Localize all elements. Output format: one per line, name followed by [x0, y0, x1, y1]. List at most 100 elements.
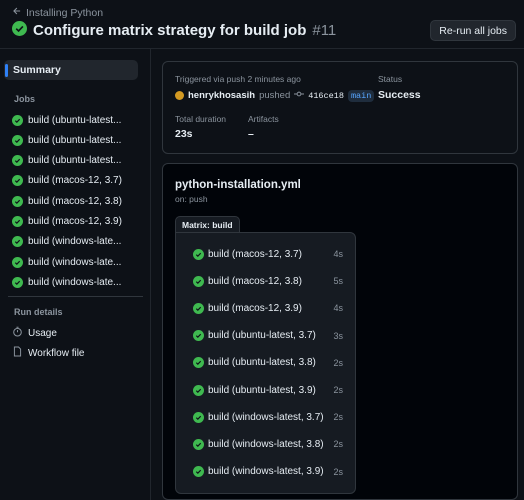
sidebar-item-label: Workflow file	[28, 347, 85, 359]
check-circle-icon	[12, 276, 23, 288]
matrix-job-item[interactable]: build (macos-12, 3.9) 4s	[193, 301, 343, 315]
arrow-left-icon	[12, 6, 22, 19]
matrix-job-item[interactable]: build (ubuntu-latest, 3.8) 2s	[193, 356, 343, 370]
sidebar-divider-vertical	[150, 49, 151, 500]
matrix-job-item[interactable]: build (windows-latest, 3.7) 2s	[193, 410, 343, 424]
matrix-job-item[interactable]: build (macos-12, 3.7) 4s	[193, 247, 343, 261]
check-circle-icon	[193, 302, 204, 314]
job-duration: 2s	[333, 412, 343, 423]
triggered-text: Triggered via push 2 minutes ago	[175, 74, 301, 84]
status-value: Success	[378, 89, 421, 101]
file-icon	[12, 346, 23, 360]
sidebar-item-label: Summary	[13, 64, 61, 76]
matrix-label: Matrix: build	[175, 216, 240, 233]
pushed-text: pushed	[259, 90, 291, 101]
check-circle-icon	[12, 21, 27, 39]
sidebar-job-item[interactable]: build (macos-12, 3.9)	[12, 214, 128, 230]
matrix-job-item[interactable]: build (ubuntu-latest, 3.7) 3s	[193, 329, 343, 343]
sidebar-job-label: build (windows-late...	[28, 276, 122, 288]
sidebar-job-item[interactable]: build (ubuntu-latest...	[12, 153, 128, 169]
sidebar-job-item[interactable]: build (ubuntu-latest...	[12, 112, 128, 128]
check-circle-icon	[12, 216, 23, 227]
artifacts-value: –	[248, 128, 254, 140]
check-circle-icon	[193, 466, 204, 478]
status-label: Status	[378, 74, 403, 84]
check-circle-icon	[193, 248, 204, 260]
check-circle-icon	[12, 256, 23, 268]
sidebar-job-label: build (windows-late...	[28, 256, 122, 268]
sidebar-item-label: Usage	[28, 327, 57, 339]
job-duration: 2s	[333, 357, 343, 368]
back-link[interactable]: Installing Python	[12, 6, 103, 19]
check-circle-icon	[193, 330, 204, 342]
run-summary-card: Triggered via push 2 minutes ago henrykh…	[162, 61, 518, 154]
matrix-job-label: build (macos-12, 3.7)	[208, 248, 302, 260]
check-circle-icon	[12, 134, 23, 146]
sidebar-item-workflow-file[interactable]: Workflow file	[12, 346, 85, 360]
push-info: henrykhosasih pushed 416ce18 main	[175, 89, 375, 102]
jobs-heading: Jobs	[14, 94, 36, 104]
sidebar-job-label: build (ubuntu-latest...	[28, 134, 122, 146]
check-circle-icon	[12, 195, 23, 207]
sidebar-divider	[8, 296, 143, 297]
git-commit-icon	[294, 89, 305, 102]
workflow-trigger: on: push	[175, 194, 208, 204]
job-duration: 2s	[333, 466, 343, 477]
active-indicator	[5, 63, 8, 77]
branch-badge[interactable]: main	[347, 89, 375, 102]
check-circle-icon	[12, 114, 23, 126]
matrix-job-item[interactable]: build (macos-12, 3.8) 5s	[193, 274, 343, 288]
avatar	[175, 91, 184, 100]
job-duration: 5s	[333, 276, 343, 287]
check-circle-icon	[12, 175, 23, 187]
sidebar-job-label: build (macos-12, 3.9)	[28, 216, 122, 227]
duration-value: 23s	[175, 128, 193, 140]
matrix-job-label: build (macos-12, 3.8)	[208, 275, 302, 287]
matrix-job-label: build (windows-latest, 3.8)	[208, 438, 324, 450]
matrix-job-label: build (ubuntu-latest, 3.9)	[208, 384, 316, 396]
commit-sha-link[interactable]: 416ce18	[308, 91, 344, 101]
sidebar-item-summary[interactable]: Summary	[4, 60, 138, 80]
user-link[interactable]: henrykhosasih	[188, 90, 255, 101]
sidebar-job-label: build (ubuntu-latest...	[28, 114, 122, 126]
matrix-job-item[interactable]: build (ubuntu-latest, 3.9) 2s	[193, 383, 343, 397]
matrix-job-label: build (ubuntu-latest, 3.7)	[208, 330, 316, 342]
sidebar-job-item[interactable]: build (macos-12, 3.7)	[12, 173, 128, 189]
sidebar-job-item[interactable]: build (windows-late...	[12, 254, 128, 270]
matrix-job-label: build (windows-latest, 3.9)	[208, 466, 324, 478]
job-duration: 4s	[333, 303, 343, 314]
job-duration: 2s	[333, 385, 343, 395]
sidebar-job-item[interactable]: build (windows-late...	[12, 274, 128, 290]
check-circle-icon	[193, 384, 204, 396]
sidebar-job-item[interactable]: build (macos-12, 3.8)	[12, 193, 128, 209]
sidebar-job-item[interactable]: build (windows-late...	[12, 234, 128, 250]
rerun-all-jobs-button[interactable]: Re-run all jobs	[430, 20, 516, 41]
artifacts-label: Artifacts	[248, 114, 279, 124]
back-link-label: Installing Python	[26, 6, 104, 19]
job-duration: 2s	[333, 439, 343, 450]
workflow-file-name[interactable]: python-installation.yml	[175, 179, 301, 191]
matrix-job-label: build (macos-12, 3.9)	[208, 302, 302, 314]
matrix-job-item[interactable]: build (windows-latest, 3.8) 2s	[193, 437, 343, 451]
sidebar-job-item[interactable]: build (ubuntu-latest...	[12, 132, 128, 148]
sidebar-job-label: build (ubuntu-latest...	[28, 155, 122, 167]
sidebar-job-label: build (macos-12, 3.8)	[28, 195, 122, 207]
sidebar: Summary Jobs build (ubuntu-latest... buil…	[0, 49, 145, 500]
duration-label: Total duration	[175, 114, 227, 124]
matrix-job-label: build (ubuntu-latest, 3.8)	[208, 357, 316, 369]
sidebar-item-usage[interactable]: Usage	[12, 326, 57, 340]
check-circle-icon	[12, 236, 23, 248]
matrix-job-item[interactable]: build (windows-latest, 3.9) 2s	[193, 465, 343, 479]
check-circle-icon	[193, 411, 204, 423]
job-duration: 3s	[333, 330, 343, 341]
workflow-graph-card: python-installation.yml on: push Matrix:…	[162, 163, 518, 500]
check-circle-icon	[193, 275, 204, 287]
run-details-heading: Run details	[14, 307, 63, 317]
check-circle-icon	[193, 438, 204, 450]
page-title: Configure matrix strategy for build job	[33, 21, 307, 39]
job-duration: 4s	[333, 249, 343, 259]
stopwatch-icon	[12, 326, 23, 340]
check-circle-icon	[12, 155, 23, 167]
sidebar-job-label: build (macos-12, 3.7)	[28, 175, 122, 187]
sidebar-job-label: build (windows-late...	[28, 236, 122, 248]
